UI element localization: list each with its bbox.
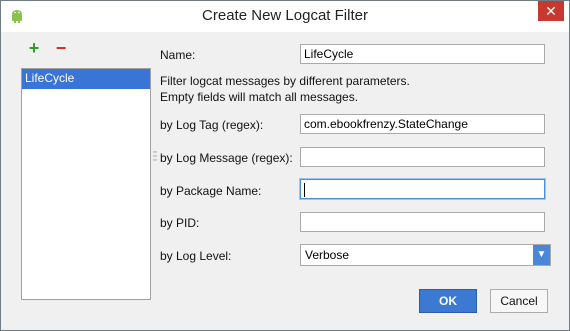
dialog-title: Create New Logcat Filter bbox=[202, 7, 368, 24]
package-name-input[interactable] bbox=[300, 179, 545, 199]
resize-grip-icon[interactable] bbox=[153, 150, 157, 162]
remove-filter-button[interactable]: − bbox=[53, 39, 69, 57]
pid-input[interactable] bbox=[300, 212, 545, 232]
dialog-content: + − LifeCycle Name: LifeCycle Filter log… bbox=[1, 32, 569, 330]
log-level-select[interactable]: Verbose ▼ bbox=[300, 244, 551, 266]
add-filter-button[interactable]: + bbox=[26, 39, 42, 57]
filter-description: Filter logcat messages by different para… bbox=[160, 73, 410, 105]
name-label: Name: bbox=[160, 48, 196, 62]
log-message-input[interactable] bbox=[300, 147, 545, 167]
filter-list[interactable]: LifeCycle bbox=[21, 68, 151, 300]
name-input[interactable]: LifeCycle bbox=[300, 44, 545, 64]
filter-form: Name: LifeCycle Filter logcat messages b… bbox=[160, 32, 560, 330]
description-line-2: Empty fields will match all messages. bbox=[160, 90, 359, 104]
package-name-label: by Package Name: bbox=[160, 184, 262, 198]
log-tag-input[interactable]: com.ebookfrenzy.StateChange bbox=[300, 114, 545, 134]
cancel-button[interactable]: Cancel bbox=[490, 289, 548, 313]
ok-button[interactable]: OK bbox=[419, 289, 477, 313]
log-tag-label: by Log Tag (regex): bbox=[160, 118, 264, 132]
title-bar: Create New Logcat Filter ✕ bbox=[1, 1, 569, 32]
pid-label: by PID: bbox=[160, 216, 200, 230]
dialog-window: Create New Logcat Filter ✕ + − LifeCycle… bbox=[0, 0, 570, 331]
log-message-label: by Log Message (regex): bbox=[160, 151, 293, 165]
close-button[interactable]: ✕ bbox=[538, 1, 564, 21]
chevron-down-icon[interactable]: ▼ bbox=[533, 245, 550, 265]
description-line-1: Filter logcat messages by different para… bbox=[160, 74, 410, 88]
log-level-label: by Log Level: bbox=[160, 249, 232, 263]
filter-list-item[interactable]: LifeCycle bbox=[22, 69, 150, 89]
log-level-value: Verbose bbox=[305, 248, 350, 262]
text-caret bbox=[304, 182, 305, 197]
